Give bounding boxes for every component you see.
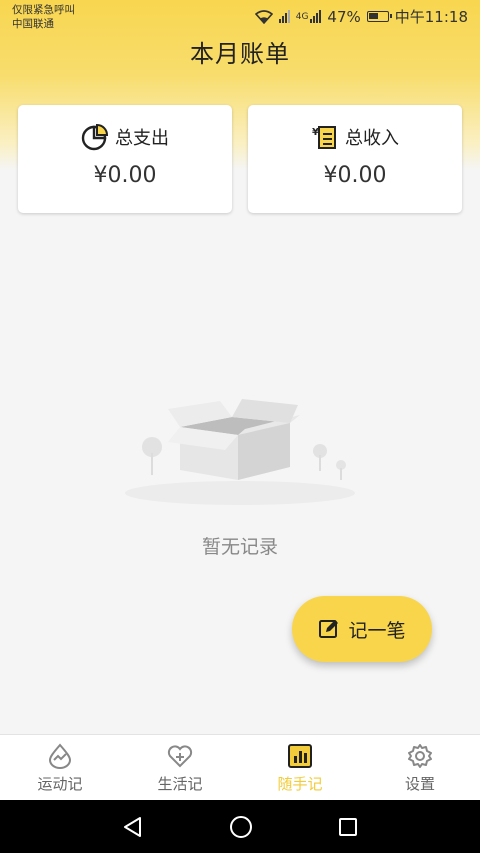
recents-icon[interactable]	[338, 817, 358, 837]
expense-summary-card[interactable]: 总支出 ¥0.00	[18, 105, 232, 213]
nav-item-notes[interactable]: 随手记	[240, 735, 360, 800]
expense-label: 总支出	[115, 128, 169, 149]
income-receipt-icon: ¥	[312, 126, 336, 149]
signal-icon-2	[310, 10, 322, 23]
nav-label-life: 生活记	[157, 775, 203, 793]
carrier-line-2: 中国联通	[12, 18, 54, 30]
gear-icon	[408, 744, 432, 768]
battery-percent: 47%	[327, 7, 361, 26]
bottom-navigation: 运动记 生活记 随手记 设置	[0, 734, 480, 800]
nav-label-settings: 设置	[404, 775, 435, 793]
nav-label-notes: 随手记	[277, 775, 323, 793]
nav-item-life[interactable]: 生活记	[120, 735, 240, 800]
clock: 中午11:18	[394, 8, 468, 26]
system-navigation-bar	[0, 800, 480, 853]
nav-item-sport[interactable]: 运动记	[0, 735, 120, 800]
carrier-info: 仅限紧急呼叫 中国联通	[12, 3, 75, 31]
bar-chart-icon	[288, 744, 312, 768]
home-icon[interactable]	[229, 815, 253, 839]
svg-text:¥: ¥	[312, 127, 319, 138]
sport-icon	[48, 743, 72, 769]
signal-icon	[278, 10, 290, 23]
empty-state-text: 暂无记录	[201, 536, 278, 558]
edit-icon	[319, 620, 339, 638]
add-record-label: 记一笔	[348, 619, 406, 642]
wifi-icon	[254, 9, 273, 24]
battery-icon	[366, 11, 392, 22]
heart-plus-icon	[167, 745, 193, 768]
nav-item-settings[interactable]: 设置	[360, 735, 480, 800]
nav-label-sport: 运动记	[37, 775, 83, 793]
income-amount: ¥0.00	[323, 163, 387, 188]
empty-box-illustration	[125, 399, 355, 505]
income-summary-card[interactable]: ¥ 总收入 ¥0.00	[248, 105, 462, 213]
expense-card-header: 总支出	[18, 123, 232, 151]
add-record-button[interactable]: 记一笔	[292, 596, 432, 662]
status-bar: 仅限紧急呼叫 中国联通 4G 47% 中午11:18	[0, 0, 480, 34]
income-label: 总收入	[345, 128, 399, 149]
page-title: 本月账单	[190, 40, 290, 68]
pie-chart-icon	[81, 123, 109, 151]
status-indicators: 4G 47% 中午11:18	[254, 6, 468, 27]
carrier-line-1: 仅限紧急呼叫	[12, 4, 75, 16]
income-card-header: ¥ 总收入	[248, 123, 462, 151]
back-icon[interactable]	[122, 816, 144, 838]
network-type: 4G	[295, 11, 309, 22]
expense-amount: ¥0.00	[93, 163, 157, 188]
